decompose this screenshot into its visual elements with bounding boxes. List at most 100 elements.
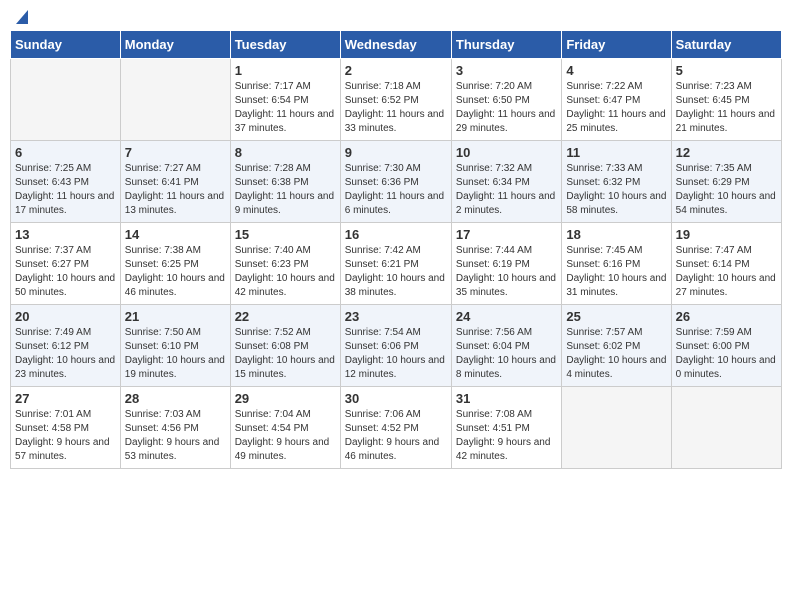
day-info: Sunrise: 7:40 AM Sunset: 6:23 PM Dayligh… (235, 244, 336, 300)
day-number: 21 (125, 309, 226, 324)
calendar-day-cell (120, 59, 230, 141)
day-number: 15 (235, 227, 336, 242)
calendar-day-cell: 21 Sunrise: 7:50 AM Sunset: 6:10 PM Dayli… (120, 305, 230, 387)
day-info: Sunrise: 7:49 AM Sunset: 6:12 PM Dayligh… (15, 326, 116, 382)
calendar-week-row: 20 Sunrise: 7:49 AM Sunset: 6:12 PM Dayli… (11, 305, 782, 387)
day-info: Sunrise: 7:47 AM Sunset: 6:14 PM Dayligh… (676, 244, 777, 300)
calendar-day-cell: 16 Sunrise: 7:42 AM Sunset: 6:21 PM Dayli… (340, 223, 451, 305)
calendar-day-cell: 9 Sunrise: 7:30 AM Sunset: 6:36 PM Daylig… (340, 141, 451, 223)
day-info: Sunrise: 7:32 AM Sunset: 6:34 PM Dayligh… (456, 162, 557, 218)
calendar-day-cell: 12 Sunrise: 7:35 AM Sunset: 6:29 PM Dayli… (671, 141, 781, 223)
day-number: 12 (676, 145, 777, 160)
calendar-day-cell: 15 Sunrise: 7:40 AM Sunset: 6:23 PM Dayli… (230, 223, 340, 305)
calendar-day-cell: 6 Sunrise: 7:25 AM Sunset: 6:43 PM Daylig… (11, 141, 121, 223)
day-info: Sunrise: 7:57 AM Sunset: 6:02 PM Dayligh… (566, 326, 666, 382)
logo-triangle-icon (16, 10, 28, 24)
calendar-day-cell: 26 Sunrise: 7:59 AM Sunset: 6:00 PM Dayli… (671, 305, 781, 387)
day-number: 16 (345, 227, 447, 242)
day-info: Sunrise: 7:08 AM Sunset: 4:51 PM Dayligh… (456, 408, 557, 464)
day-header-thursday: Thursday (451, 31, 561, 59)
calendar-day-cell: 31 Sunrise: 7:08 AM Sunset: 4:51 PM Dayli… (451, 387, 561, 469)
calendar-day-cell: 10 Sunrise: 7:32 AM Sunset: 6:34 PM Dayli… (451, 141, 561, 223)
logo (14, 10, 28, 22)
day-info: Sunrise: 7:45 AM Sunset: 6:16 PM Dayligh… (566, 244, 666, 300)
day-number: 20 (15, 309, 116, 324)
day-number: 31 (456, 391, 557, 406)
day-info: Sunrise: 7:42 AM Sunset: 6:21 PM Dayligh… (345, 244, 447, 300)
calendar-header-row: SundayMondayTuesdayWednesdayThursdayFrid… (11, 31, 782, 59)
calendar-day-cell: 11Sunrise: 7:33 AM Sunset: 6:32 PM Dayli… (562, 141, 671, 223)
day-number: 14 (125, 227, 226, 242)
day-number: 30 (345, 391, 447, 406)
day-header-saturday: Saturday (671, 31, 781, 59)
calendar-day-cell: 5 Sunrise: 7:23 AM Sunset: 6:45 PM Daylig… (671, 59, 781, 141)
day-header-wednesday: Wednesday (340, 31, 451, 59)
day-number: 27 (15, 391, 116, 406)
day-info: Sunrise: 7:44 AM Sunset: 6:19 PM Dayligh… (456, 244, 557, 300)
day-number: 5 (676, 63, 777, 78)
day-info: Sunrise: 7:06 AM Sunset: 4:52 PM Dayligh… (345, 408, 447, 464)
calendar-day-cell: 14 Sunrise: 7:38 AM Sunset: 6:25 PM Dayli… (120, 223, 230, 305)
calendar-table: SundayMondayTuesdayWednesdayThursdayFrid… (10, 30, 782, 469)
calendar-week-row: 13 Sunrise: 7:37 AM Sunset: 6:27 PM Dayli… (11, 223, 782, 305)
day-number: 8 (235, 145, 336, 160)
day-info: Sunrise: 7:33 AM Sunset: 6:32 PM Dayligh… (566, 162, 666, 218)
calendar-day-cell: 18 Sunrise: 7:45 AM Sunset: 6:16 PM Dayli… (562, 223, 671, 305)
day-number: 22 (235, 309, 336, 324)
calendar-day-cell: 22 Sunrise: 7:52 AM Sunset: 6:08 PM Dayli… (230, 305, 340, 387)
day-number: 1 (235, 63, 336, 78)
calendar-day-cell: 27 Sunrise: 7:01 AM Sunset: 4:58 PM Dayli… (11, 387, 121, 469)
calendar-day-cell (11, 59, 121, 141)
day-number: 24 (456, 309, 557, 324)
day-number: 3 (456, 63, 557, 78)
day-number: 23 (345, 309, 447, 324)
day-number: 7 (125, 145, 226, 160)
day-number: 29 (235, 391, 336, 406)
day-info: Sunrise: 7:01 AM Sunset: 4:58 PM Dayligh… (15, 408, 116, 464)
day-number: 19 (676, 227, 777, 242)
day-info: Sunrise: 7:04 AM Sunset: 4:54 PM Dayligh… (235, 408, 336, 464)
day-header-sunday: Sunday (11, 31, 121, 59)
calendar-day-cell: 2Sunrise: 7:18 AM Sunset: 6:52 PM Daylig… (340, 59, 451, 141)
day-info: Sunrise: 7:38 AM Sunset: 6:25 PM Dayligh… (125, 244, 226, 300)
day-info: Sunrise: 7:30 AM Sunset: 6:36 PM Dayligh… (345, 162, 447, 218)
day-number: 9 (345, 145, 447, 160)
day-info: Sunrise: 7:28 AM Sunset: 6:38 PM Dayligh… (235, 162, 336, 218)
calendar-day-cell: 29 Sunrise: 7:04 AM Sunset: 4:54 PM Dayli… (230, 387, 340, 469)
calendar-day-cell: 19 Sunrise: 7:47 AM Sunset: 6:14 PM Dayli… (671, 223, 781, 305)
day-header-tuesday: Tuesday (230, 31, 340, 59)
calendar-day-cell: 30 Sunrise: 7:06 AM Sunset: 4:52 PM Dayli… (340, 387, 451, 469)
calendar-day-cell: 8 Sunrise: 7:28 AM Sunset: 6:38 PM Daylig… (230, 141, 340, 223)
day-info: Sunrise: 7:23 AM Sunset: 6:45 PM Dayligh… (676, 80, 777, 136)
calendar-day-cell: 24 Sunrise: 7:56 AM Sunset: 6:04 PM Dayli… (451, 305, 561, 387)
day-number: 25 (566, 309, 666, 324)
calendar-day-cell: 1 Sunrise: 7:17 AM Sunset: 6:54 PM Daylig… (230, 59, 340, 141)
day-number: 6 (15, 145, 116, 160)
day-number: 2 (345, 63, 447, 78)
day-number: 18 (566, 227, 666, 242)
day-info: Sunrise: 7:35 AM Sunset: 6:29 PM Dayligh… (676, 162, 777, 218)
day-number: 28 (125, 391, 226, 406)
day-info: Sunrise: 7:54 AM Sunset: 6:06 PM Dayligh… (345, 326, 447, 382)
day-info: Sunrise: 7:59 AM Sunset: 6:00 PM Dayligh… (676, 326, 777, 382)
day-info: Sunrise: 7:56 AM Sunset: 6:04 PM Dayligh… (456, 326, 557, 382)
day-number: 17 (456, 227, 557, 242)
day-number: 10 (456, 145, 557, 160)
day-info: Sunrise: 7:27 AM Sunset: 6:41 PM Dayligh… (125, 162, 226, 218)
day-number: 4 (566, 63, 666, 78)
calendar-day-cell (562, 387, 671, 469)
day-info: Sunrise: 7:50 AM Sunset: 6:10 PM Dayligh… (125, 326, 226, 382)
day-info: Sunrise: 7:52 AM Sunset: 6:08 PM Dayligh… (235, 326, 336, 382)
day-info: Sunrise: 7:25 AM Sunset: 6:43 PM Dayligh… (15, 162, 116, 218)
calendar-week-row: 6 Sunrise: 7:25 AM Sunset: 6:43 PM Daylig… (11, 141, 782, 223)
day-number: 26 (676, 309, 777, 324)
day-number: 13 (15, 227, 116, 242)
day-info: Sunrise: 7:20 AM Sunset: 6:50 PM Dayligh… (456, 80, 557, 136)
calendar-day-cell: 4Sunrise: 7:22 AM Sunset: 6:47 PM Daylig… (562, 59, 671, 141)
day-info: Sunrise: 7:37 AM Sunset: 6:27 PM Dayligh… (15, 244, 116, 300)
calendar-day-cell: 17 Sunrise: 7:44 AM Sunset: 6:19 PM Dayli… (451, 223, 561, 305)
day-info: Sunrise: 7:17 AM Sunset: 6:54 PM Dayligh… (235, 80, 336, 136)
calendar-day-cell: 28Sunrise: 7:03 AM Sunset: 4:56 PM Dayli… (120, 387, 230, 469)
day-header-friday: Friday (562, 31, 671, 59)
calendar-week-row: 27 Sunrise: 7:01 AM Sunset: 4:58 PM Dayli… (11, 387, 782, 469)
